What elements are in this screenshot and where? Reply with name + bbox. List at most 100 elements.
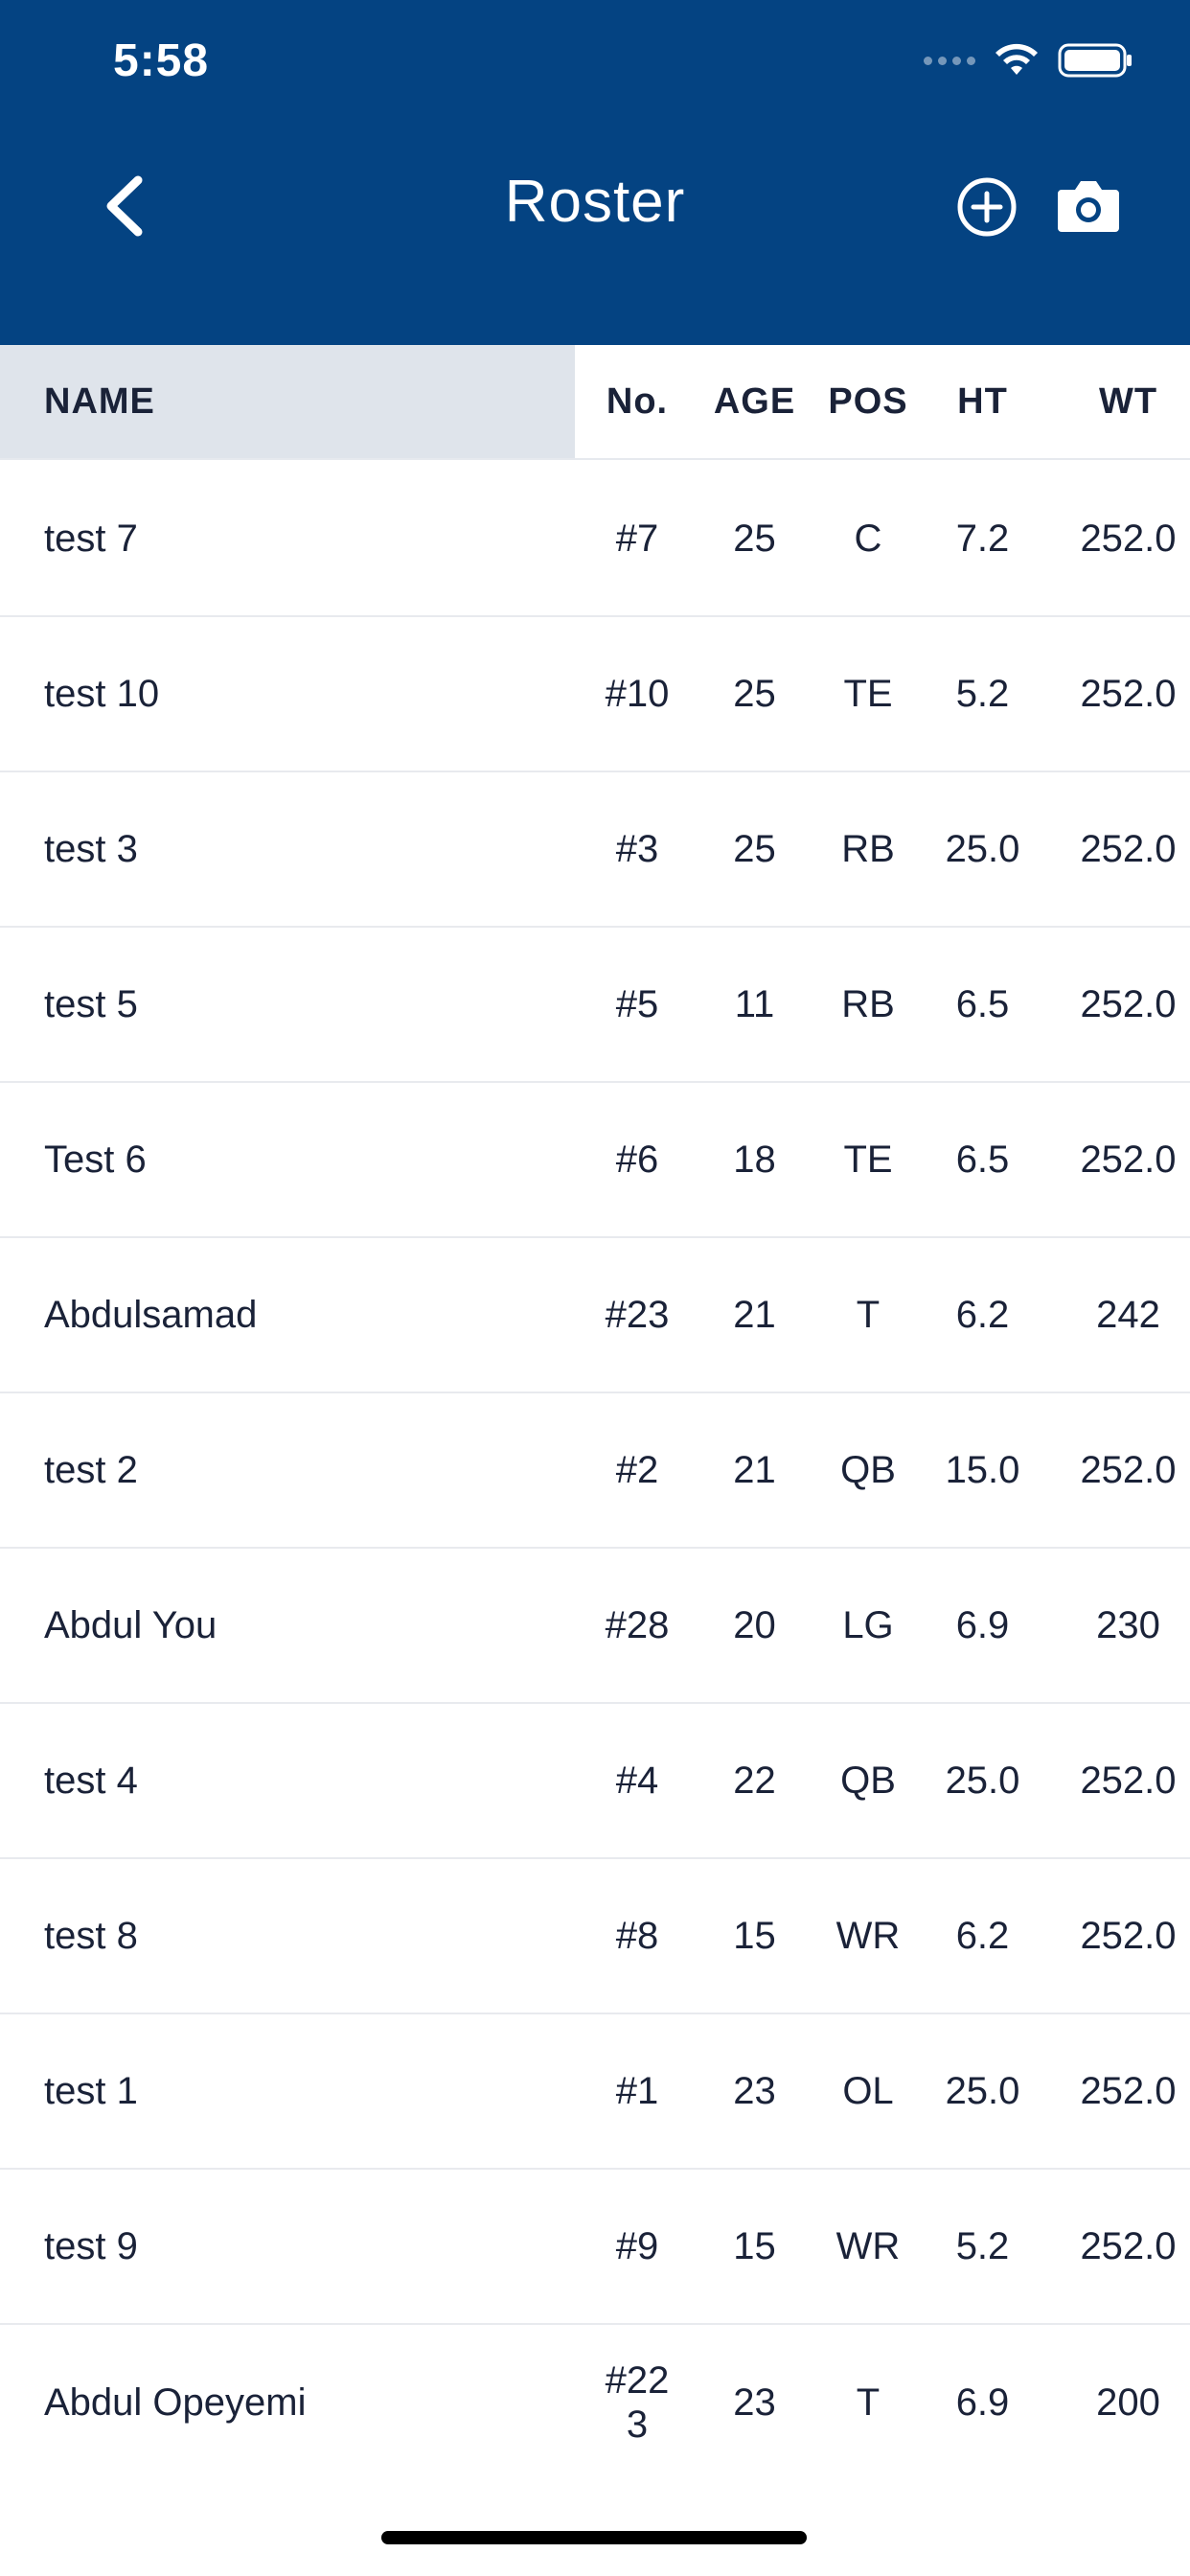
table-row[interactable]: test 9 #9 15 WR 5.2 252.0 bbox=[0, 2170, 1190, 2325]
table-row[interactable]: Abdul Opeyemi #223 23 T 6.9 200 bbox=[0, 2325, 1190, 2480]
player-position: TE bbox=[843, 672, 893, 715]
player-height: 5.2 bbox=[955, 2224, 1010, 2267]
column-header-position[interactable]: POS bbox=[816, 345, 920, 458]
column-header-weight[interactable]: WT bbox=[1044, 345, 1190, 458]
column-header-height[interactable]: HT bbox=[927, 345, 1038, 458]
player-name: test 7 bbox=[44, 517, 138, 560]
player-age: 11 bbox=[734, 982, 775, 1025]
player-height: 5.2 bbox=[955, 672, 1010, 715]
player-height: 6.5 bbox=[955, 1138, 1010, 1181]
player-number: #9 bbox=[615, 2224, 659, 2267]
player-position: QB bbox=[840, 1448, 896, 1491]
player-height: 6.2 bbox=[955, 1293, 1010, 1336]
player-number: #2 bbox=[615, 1448, 659, 1491]
table-row[interactable]: test 1 #1 23 OL 25.0 252.0 bbox=[0, 2014, 1190, 2170]
home-indicator bbox=[381, 2531, 807, 2544]
player-age: 22 bbox=[733, 1759, 776, 1802]
player-name: test 1 bbox=[44, 2069, 138, 2112]
player-age: 23 bbox=[733, 2380, 776, 2424]
player-name: Test 6 bbox=[44, 1138, 147, 1181]
player-position: OL bbox=[842, 2069, 894, 2112]
player-age: 15 bbox=[733, 1914, 776, 1957]
table-row[interactable]: test 7 #7 25 C 7.2 252.0 bbox=[0, 462, 1190, 617]
player-age: 20 bbox=[733, 1603, 776, 1646]
table-header: NAME No. AGE POS HT WT bbox=[0, 345, 1190, 460]
player-age: 23 bbox=[733, 2069, 776, 2112]
table-row[interactable]: test 10 #10 25 TE 5.2 252.0 bbox=[0, 617, 1190, 772]
player-number: #223 bbox=[605, 2359, 670, 2446]
app-header: 5:58 Roster bbox=[0, 0, 1190, 345]
player-position: LG bbox=[842, 1603, 894, 1646]
player-age: 21 bbox=[733, 1448, 776, 1491]
player-name: test 10 bbox=[44, 672, 160, 715]
player-age: 25 bbox=[733, 517, 776, 560]
player-height: 25.0 bbox=[945, 1759, 1020, 1802]
player-name: Abdul You bbox=[44, 1603, 217, 1646]
player-number: #5 bbox=[615, 982, 659, 1025]
player-age: 18 bbox=[733, 1138, 776, 1181]
table-row[interactable]: Abdul You #28 20 LG 6.9 230 bbox=[0, 1549, 1190, 1704]
player-number: #4 bbox=[615, 1759, 659, 1802]
player-number: #7 bbox=[615, 517, 659, 560]
status-indicators bbox=[924, 42, 1133, 79]
table-row[interactable]: test 4 #4 22 QB 25.0 252.0 bbox=[0, 1704, 1190, 1859]
player-weight: 252.0 bbox=[1080, 2224, 1177, 2267]
player-position: WR bbox=[835, 1914, 901, 1957]
player-weight: 252.0 bbox=[1080, 2069, 1177, 2112]
player-weight: 252.0 bbox=[1080, 1914, 1177, 1957]
player-weight: 252.0 bbox=[1080, 1759, 1177, 1802]
battery-icon bbox=[1058, 43, 1132, 78]
player-position: T bbox=[856, 2380, 881, 2424]
player-number: #6 bbox=[615, 1138, 659, 1181]
player-height: 25.0 bbox=[945, 2069, 1020, 2112]
add-player-icon[interactable] bbox=[956, 176, 1018, 238]
player-age: 21 bbox=[733, 1293, 776, 1336]
table-row[interactable]: test 8 #8 15 WR 6.2 252.0 bbox=[0, 1859, 1190, 2014]
player-position: C bbox=[854, 517, 882, 560]
player-position: TE bbox=[843, 1138, 893, 1181]
status-time: 5:58 bbox=[113, 35, 210, 86]
table-row[interactable]: Test 6 #6 18 TE 6.5 252.0 bbox=[0, 1083, 1190, 1238]
roster-list: test 7 #7 25 C 7.2 252.0 test 10 #10 25 … bbox=[0, 462, 1190, 2480]
table-row[interactable]: Abdulsamad #23 21 T 6.2 242 bbox=[0, 1238, 1190, 1393]
player-name: test 9 bbox=[44, 2224, 138, 2267]
player-name: test 5 bbox=[44, 982, 138, 1025]
table-row[interactable]: test 5 #5 11 RB 6.5 252.0 bbox=[0, 928, 1190, 1083]
column-header-number[interactable]: No. bbox=[584, 345, 690, 458]
player-weight: 200 bbox=[1096, 2380, 1160, 2424]
player-number: #1 bbox=[615, 2069, 659, 2112]
table-row[interactable]: test 2 #2 21 QB 15.0 252.0 bbox=[0, 1393, 1190, 1549]
player-weight: 252.0 bbox=[1080, 1138, 1177, 1181]
player-name: test 4 bbox=[44, 1759, 138, 1802]
player-position: RB bbox=[841, 982, 895, 1025]
player-weight: 242 bbox=[1096, 1293, 1160, 1336]
player-position: RB bbox=[841, 827, 895, 870]
player-weight: 252.0 bbox=[1080, 517, 1177, 560]
player-age: 15 bbox=[733, 2224, 776, 2267]
player-name: Abdul Opeyemi bbox=[44, 2380, 307, 2424]
player-height: 6.5 bbox=[955, 982, 1010, 1025]
column-header-age[interactable]: AGE bbox=[699, 345, 810, 458]
player-name: test 3 bbox=[44, 827, 138, 870]
player-position: WR bbox=[835, 2224, 901, 2267]
player-weight: 252.0 bbox=[1080, 1448, 1177, 1491]
player-position: QB bbox=[840, 1759, 896, 1802]
player-height: 6.9 bbox=[955, 1603, 1010, 1646]
player-number: #28 bbox=[605, 1603, 670, 1646]
camera-icon[interactable] bbox=[1056, 176, 1121, 234]
player-weight: 252.0 bbox=[1080, 827, 1177, 870]
player-name: test 8 bbox=[44, 1914, 138, 1957]
cellular-signal-icon bbox=[924, 56, 975, 65]
table-row[interactable]: test 3 #3 25 RB 25.0 252.0 bbox=[0, 772, 1190, 928]
player-name: test 2 bbox=[44, 1448, 138, 1491]
player-height: 15.0 bbox=[945, 1448, 1020, 1491]
player-age: 25 bbox=[733, 672, 776, 715]
player-age: 25 bbox=[733, 827, 776, 870]
player-name: Abdulsamad bbox=[44, 1293, 258, 1336]
player-weight: 230 bbox=[1096, 1603, 1160, 1646]
player-number: #23 bbox=[605, 1293, 670, 1336]
player-weight: 252.0 bbox=[1080, 672, 1177, 715]
player-number: #10 bbox=[605, 672, 670, 715]
player-height: 6.9 bbox=[955, 2380, 1010, 2424]
column-header-name[interactable]: NAME bbox=[44, 345, 155, 458]
